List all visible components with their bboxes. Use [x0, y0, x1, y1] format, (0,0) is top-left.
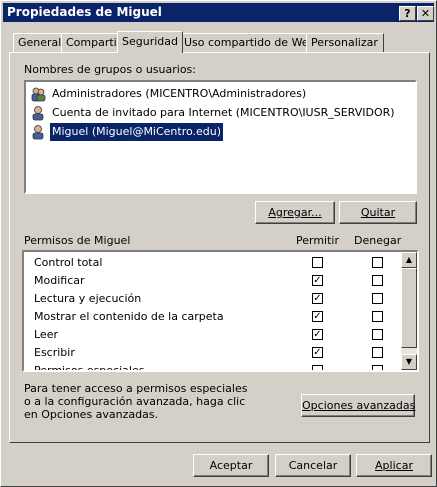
permissions-list: Control total Modificar ✓ Lectura y ejec… — [22, 250, 419, 372]
deny-checkbox[interactable] — [372, 365, 383, 370]
list-item-miguel[interactable]: Miguel (Miguel@MiCentro.edu) — [30, 122, 410, 142]
permissions-scrollbar[interactable]: ▲ ▼ — [401, 252, 417, 370]
perm-name: Control total — [34, 256, 103, 269]
scroll-up-arrow-icon[interactable]: ▲ — [401, 252, 417, 268]
tab-uso-compartido-web[interactable]: Uso compartido de Web — [179, 33, 316, 52]
list-item-administradores[interactable]: Administradores (MICENTRO\Administradore… — [30, 85, 410, 103]
tab-seguridad[interactable]: Seguridad — [117, 31, 183, 53]
apply-button[interactable]: Aplicar — [356, 454, 432, 477]
deny-checkbox[interactable] — [372, 329, 383, 340]
deny-checkbox[interactable] — [372, 293, 383, 304]
allow-checkbox[interactable]: ✓ — [312, 275, 323, 286]
title-bar: Propiedades de Miguel ? ✕ — [3, 3, 434, 22]
perm-name: Mostrar el contenido de la carpeta — [34, 310, 224, 323]
perm-row-control-total: Control total — [24, 254, 402, 272]
add-button[interactable]: Agregar... — [255, 201, 335, 224]
advanced-options-label: Opciones avanzadas — [302, 399, 416, 412]
cancel-button[interactable]: Cancelar — [275, 454, 351, 477]
allow-header: Permitir — [296, 234, 340, 247]
deny-header: Denegar — [354, 234, 402, 247]
users-listbox[interactable]: Administradores (MICENTRO\Administradore… — [24, 80, 417, 194]
help-button[interactable]: ? — [399, 6, 416, 21]
perm-name: Escribir — [34, 346, 75, 359]
users-label: Nombres de grupos o usuarios: — [24, 63, 196, 76]
window-title: Propiedades de Miguel — [7, 5, 162, 19]
remove-button-label: Quitar — [360, 206, 396, 219]
security-tab-panel: Nombres de grupos o usuarios: Administra… — [9, 52, 430, 443]
deny-checkbox[interactable] — [372, 257, 383, 268]
deny-checkbox[interactable] — [372, 275, 383, 286]
perm-row-permisos-especiales: Permisos especiales — [24, 362, 402, 372]
apply-button-label: Aplicar — [375, 459, 413, 472]
close-button[interactable]: ✕ — [417, 6, 434, 21]
user-icon — [32, 125, 44, 140]
properties-dialog: Propiedades de Miguel ? ✕ General Compar… — [0, 0, 437, 487]
perm-name: Modificar — [34, 274, 85, 287]
allow-checkbox[interactable] — [312, 365, 323, 370]
deny-checkbox[interactable] — [372, 347, 383, 358]
deny-checkbox[interactable] — [372, 311, 383, 322]
perm-name: Permisos especiales — [34, 364, 145, 372]
ok-button[interactable]: Aceptar — [193, 454, 269, 477]
list-item-label: Cuenta de invitado para Internet (MICENT… — [52, 106, 395, 119]
perm-row-leer: Leer ✓ — [24, 326, 402, 344]
perm-row-escribir: Escribir ✓ — [24, 344, 402, 362]
user-group-icon — [31, 87, 46, 102]
allow-checkbox[interactable]: ✓ — [312, 293, 323, 304]
perm-name: Leer — [34, 328, 58, 341]
remove-button[interactable]: Quitar — [339, 201, 417, 224]
tab-personalizar[interactable]: Personalizar — [306, 33, 384, 52]
advanced-options-button[interactable]: Opciones avanzadas — [301, 394, 415, 417]
tab-compartir[interactable]: Compartir — [61, 33, 123, 52]
tab-general[interactable]: General — [13, 33, 65, 52]
perm-row-mostrar-contenido: Mostrar el contenido de la carpeta ✓ — [24, 308, 402, 326]
perm-row-modificar: Modificar ✓ — [24, 272, 402, 290]
advanced-info-line2: o a la configuración avanzada, haga clic — [24, 395, 246, 408]
perm-name: Lectura y ejecución — [34, 292, 142, 305]
perm-row-lectura-ejecucion: Lectura y ejecución ✓ — [24, 290, 402, 308]
allow-checkbox[interactable]: ✓ — [312, 329, 323, 340]
list-item-label: Miguel (Miguel@MiCentro.edu) — [48, 122, 225, 142]
list-item-label: Administradores (MICENTRO\Administradore… — [52, 87, 307, 100]
list-item-cuenta-invitado[interactable]: Cuenta de invitado para Internet (MICENT… — [30, 104, 410, 122]
scroll-thumb[interactable] — [401, 268, 417, 348]
add-button-label: Agregar... — [268, 206, 322, 219]
user-icon — [32, 106, 44, 121]
allow-checkbox[interactable]: ✓ — [312, 347, 323, 358]
scroll-down-arrow-icon[interactable]: ▼ — [401, 354, 417, 370]
advanced-info-line1: Para tener acceso a permisos especiales — [24, 382, 248, 395]
permissions-label: Permisos de Miguel — [24, 234, 131, 247]
advanced-info-line3: en Opciones avanzadas. — [24, 408, 159, 421]
allow-checkbox[interactable] — [312, 257, 323, 268]
allow-checkbox[interactable]: ✓ — [312, 311, 323, 322]
